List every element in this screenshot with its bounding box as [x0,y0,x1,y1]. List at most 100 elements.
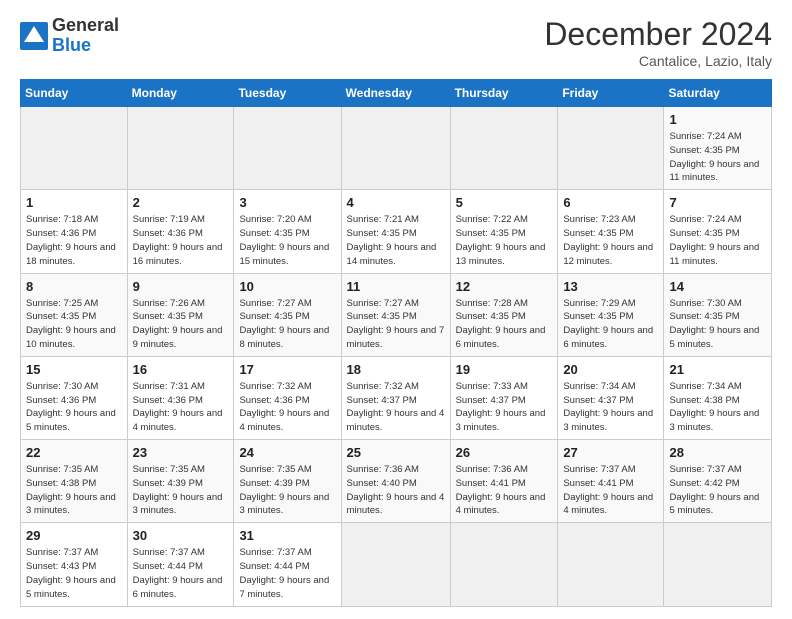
day-info: Sunrise: 7:35 AM Sunset: 4:39 PM Dayligh… [133,463,229,518]
day-info: Sunrise: 7:24 AM Sunset: 4:35 PM Dayligh… [669,213,766,268]
day-number: 7 [669,194,766,212]
col-header-tuesday: Tuesday [234,80,341,107]
day-info: Sunrise: 7:29 AM Sunset: 4:35 PM Dayligh… [563,297,658,352]
col-header-thursday: Thursday [450,80,558,107]
day-cell: 7Sunrise: 7:24 AM Sunset: 4:35 PM Daylig… [664,190,772,273]
day-info: Sunrise: 7:32 AM Sunset: 4:37 PM Dayligh… [347,380,445,435]
day-info: Sunrise: 7:20 AM Sunset: 4:35 PM Dayligh… [239,213,335,268]
day-cell: 28Sunrise: 7:37 AM Sunset: 4:42 PM Dayli… [664,440,772,523]
day-cell: 27Sunrise: 7:37 AM Sunset: 4:41 PM Dayli… [558,440,664,523]
day-number: 3 [239,194,335,212]
day-info: Sunrise: 7:30 AM Sunset: 4:35 PM Dayligh… [669,297,766,352]
day-info: Sunrise: 7:27 AM Sunset: 4:35 PM Dayligh… [347,297,445,352]
day-number: 20 [563,361,658,379]
col-header-saturday: Saturday [664,80,772,107]
day-number: 10 [239,278,335,296]
day-number: 25 [347,444,445,462]
day-number: 28 [669,444,766,462]
week-row-0: 1Sunrise: 7:24 AM Sunset: 4:35 PM Daylig… [21,107,772,190]
day-number: 16 [133,361,229,379]
day-cell: 16Sunrise: 7:31 AM Sunset: 4:36 PM Dayli… [127,356,234,439]
day-cell: 22Sunrise: 7:35 AM Sunset: 4:38 PM Dayli… [21,440,128,523]
day-cell [450,107,558,190]
day-cell: 13Sunrise: 7:29 AM Sunset: 4:35 PM Dayli… [558,273,664,356]
day-info: Sunrise: 7:31 AM Sunset: 4:36 PM Dayligh… [133,380,229,435]
day-cell: 14Sunrise: 7:30 AM Sunset: 4:35 PM Dayli… [664,273,772,356]
day-cell: 30Sunrise: 7:37 AM Sunset: 4:44 PM Dayli… [127,523,234,606]
day-cell [341,107,450,190]
day-cell: 1Sunrise: 7:24 AM Sunset: 4:35 PM Daylig… [664,107,772,190]
calendar-header: SundayMondayTuesdayWednesdayThursdayFrid… [21,80,772,107]
day-info: Sunrise: 7:37 AM Sunset: 4:44 PM Dayligh… [133,546,229,601]
day-cell: 18Sunrise: 7:32 AM Sunset: 4:37 PM Dayli… [341,356,450,439]
day-cell [558,523,664,606]
day-number: 9 [133,278,229,296]
day-cell [234,107,341,190]
day-number: 22 [26,444,122,462]
day-cell: 17Sunrise: 7:32 AM Sunset: 4:36 PM Dayli… [234,356,341,439]
day-info: Sunrise: 7:35 AM Sunset: 4:39 PM Dayligh… [239,463,335,518]
week-row-2: 8Sunrise: 7:25 AM Sunset: 4:35 PM Daylig… [21,273,772,356]
day-info: Sunrise: 7:34 AM Sunset: 4:37 PM Dayligh… [563,380,658,435]
day-info: Sunrise: 7:18 AM Sunset: 4:36 PM Dayligh… [26,213,122,268]
day-info: Sunrise: 7:25 AM Sunset: 4:35 PM Dayligh… [26,297,122,352]
day-number: 30 [133,527,229,545]
day-info: Sunrise: 7:21 AM Sunset: 4:35 PM Dayligh… [347,213,445,268]
week-row-1: 1Sunrise: 7:18 AM Sunset: 4:36 PM Daylig… [21,190,772,273]
day-cell: 29Sunrise: 7:37 AM Sunset: 4:43 PM Dayli… [21,523,128,606]
calendar-body: 1Sunrise: 7:24 AM Sunset: 4:35 PM Daylig… [21,107,772,607]
day-cell: 12Sunrise: 7:28 AM Sunset: 4:35 PM Dayli… [450,273,558,356]
day-cell [558,107,664,190]
day-cell: 4Sunrise: 7:21 AM Sunset: 4:35 PM Daylig… [341,190,450,273]
day-number: 18 [347,361,445,379]
week-row-5: 29Sunrise: 7:37 AM Sunset: 4:43 PM Dayli… [21,523,772,606]
day-number: 5 [456,194,553,212]
day-number: 26 [456,444,553,462]
day-cell: 25Sunrise: 7:36 AM Sunset: 4:40 PM Dayli… [341,440,450,523]
day-cell [450,523,558,606]
col-header-monday: Monday [127,80,234,107]
day-number: 1 [26,194,122,212]
day-cell: 26Sunrise: 7:36 AM Sunset: 4:41 PM Dayli… [450,440,558,523]
day-cell: 5Sunrise: 7:22 AM Sunset: 4:35 PM Daylig… [450,190,558,273]
day-number: 21 [669,361,766,379]
week-row-4: 22Sunrise: 7:35 AM Sunset: 4:38 PM Dayli… [21,440,772,523]
day-number: 8 [26,278,122,296]
page: General Blue December 2024 Cantalice, La… [0,0,792,619]
day-cell: 20Sunrise: 7:34 AM Sunset: 4:37 PM Dayli… [558,356,664,439]
day-number: 1 [669,111,766,129]
logo-text: General Blue [52,16,119,56]
title-block: December 2024 Cantalice, Lazio, Italy [544,16,772,69]
day-info: Sunrise: 7:36 AM Sunset: 4:41 PM Dayligh… [456,463,553,518]
day-info: Sunrise: 7:23 AM Sunset: 4:35 PM Dayligh… [563,213,658,268]
day-info: Sunrise: 7:37 AM Sunset: 4:41 PM Dayligh… [563,463,658,518]
day-info: Sunrise: 7:32 AM Sunset: 4:36 PM Dayligh… [239,380,335,435]
day-number: 15 [26,361,122,379]
location: Cantalice, Lazio, Italy [544,53,772,69]
day-number: 11 [347,278,445,296]
day-info: Sunrise: 7:37 AM Sunset: 4:43 PM Dayligh… [26,546,122,601]
col-header-wednesday: Wednesday [341,80,450,107]
day-cell: 24Sunrise: 7:35 AM Sunset: 4:39 PM Dayli… [234,440,341,523]
day-cell: 3Sunrise: 7:20 AM Sunset: 4:35 PM Daylig… [234,190,341,273]
day-info: Sunrise: 7:24 AM Sunset: 4:35 PM Dayligh… [669,130,766,185]
day-cell: 9Sunrise: 7:26 AM Sunset: 4:35 PM Daylig… [127,273,234,356]
day-cell: 8Sunrise: 7:25 AM Sunset: 4:35 PM Daylig… [21,273,128,356]
logo: General Blue [20,16,119,56]
day-cell: 21Sunrise: 7:34 AM Sunset: 4:38 PM Dayli… [664,356,772,439]
day-cell: 2Sunrise: 7:19 AM Sunset: 4:36 PM Daylig… [127,190,234,273]
day-cell: 11Sunrise: 7:27 AM Sunset: 4:35 PM Dayli… [341,273,450,356]
day-info: Sunrise: 7:35 AM Sunset: 4:38 PM Dayligh… [26,463,122,518]
day-number: 13 [563,278,658,296]
day-cell: 19Sunrise: 7:33 AM Sunset: 4:37 PM Dayli… [450,356,558,439]
day-number: 6 [563,194,658,212]
day-info: Sunrise: 7:27 AM Sunset: 4:35 PM Dayligh… [239,297,335,352]
day-info: Sunrise: 7:30 AM Sunset: 4:36 PM Dayligh… [26,380,122,435]
day-cell: 31Sunrise: 7:37 AM Sunset: 4:44 PM Dayli… [234,523,341,606]
day-number: 24 [239,444,335,462]
day-cell [21,107,128,190]
logo-icon [20,22,48,50]
day-number: 12 [456,278,553,296]
week-row-3: 15Sunrise: 7:30 AM Sunset: 4:36 PM Dayli… [21,356,772,439]
day-info: Sunrise: 7:26 AM Sunset: 4:35 PM Dayligh… [133,297,229,352]
